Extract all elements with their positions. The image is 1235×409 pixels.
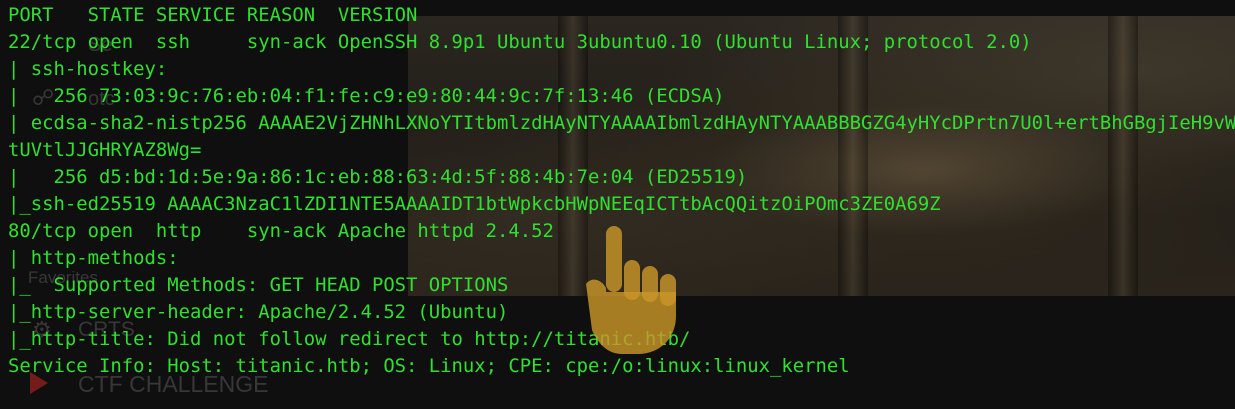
output-line-port-22: 22/tcp open ssh syn-ack OpenSSH 8.9p1 Ub… [8,31,1032,53]
hand-pointer-icon [586,226,676,354]
terminal-window: Se ☍ otc Favorites ⚙ CRTS CTF CHALLENGE … [0,0,1235,409]
output-line-ssh-hostkey: | ssh-hostkey: [8,58,168,80]
output-line-header: PORT STATE SERVICE REASON VERSION [8,4,418,26]
output-line-ed25519-fingerprint: | 256 d5:bd:1d:5e:9a:86:1c:eb:88:63:4d:5… [8,166,748,188]
output-line-ecdsa-fingerprint: | 256 73:03:9c:76:eb:04:f1:fe:c9:e9:80:4… [8,85,725,107]
output-line-ecdsa-key: | ecdsa-sha2-nistp256 AAAAE2VjZHNhLXNoYT… [8,112,1235,134]
output-line-ed25519-key: |_ssh-ed25519 AAAAC3NzaC1lZDI1NTE5AAAAID… [8,193,941,215]
output-line-service-info: Service Info: Host: titanic.htb; OS: Lin… [8,355,850,377]
output-line-ecdsa-key-wrap: tUVtlJJGHRYAZ8Wg= [8,139,202,161]
